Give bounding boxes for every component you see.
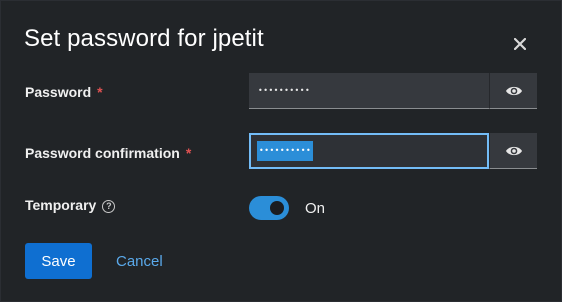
temporary-toggle-label: On [305,200,326,217]
password-confirmation-label: Password confirmation * [25,145,191,161]
required-marker: * [185,145,192,161]
close-icon [514,38,526,50]
question-circle-icon[interactable]: ? [102,199,116,213]
password-confirmation-value: •••••••••• [257,141,314,161]
password-confirmation-input[interactable]: •••••••••• [249,133,489,169]
set-password-modal: Set password for jpetit Password * ••••••… [0,0,562,302]
password-label: Password * [25,84,103,100]
show-password-button[interactable] [489,73,537,109]
temporary-label-text: Temporary [25,197,97,213]
modal-title: Set password for jpetit [24,25,264,52]
temporary-toggle[interactable] [249,196,289,220]
password-input[interactable]: •••••••••• [249,73,489,109]
required-marker: * [97,84,103,100]
password-value: •••••••••• [258,86,311,95]
password-confirmation-label-text: Password confirmation [25,145,180,161]
eye-icon [505,146,522,155]
eye-icon [505,86,522,95]
password-label-text: Password [25,84,92,100]
show-password-confirmation-button[interactable] [489,133,537,169]
temporary-label: Temporary? [25,197,116,213]
close-button[interactable] [507,31,533,57]
toggle-knob [270,201,284,215]
cancel-button[interactable]: Cancel [116,253,163,270]
save-button[interactable]: Save [25,243,92,279]
